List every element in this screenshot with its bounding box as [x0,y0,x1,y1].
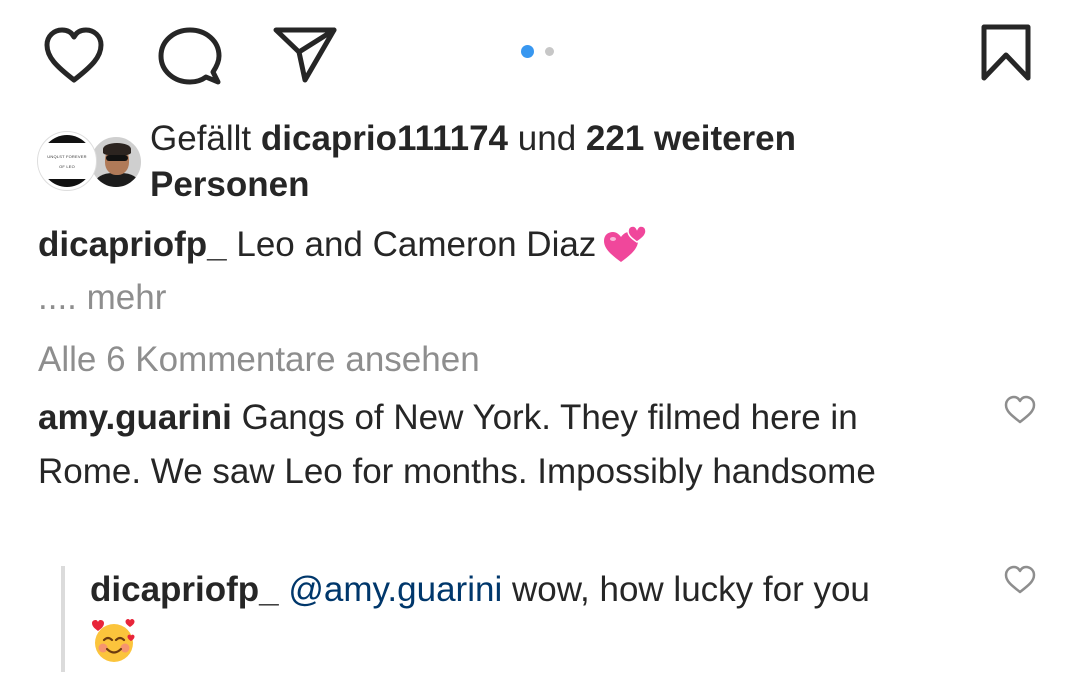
more-label[interactable]: mehr [87,278,167,317]
paper-plane-icon [273,27,337,83]
reply-thread-line [61,566,65,672]
reply-mention[interactable]: @amy.guarini [288,570,502,609]
post-caption: dicapriofp_ Leo and Cameron Diaz [38,222,1038,268]
comment: amy.guarini Gangs of New York. They film… [38,391,968,499]
carousel-dot-active [521,45,534,58]
avatar[interactable] [88,134,144,190]
more-ellipsis: .... [38,278,77,317]
smiling-face-with-hearts-emoji [90,617,138,665]
comment-bubble-icon [158,27,222,85]
comment-like-button[interactable] [1003,394,1037,426]
comment-username[interactable]: amy.guarini [38,398,232,437]
liker-avatars[interactable]: UNQLST FOREVER OF LEO [38,132,144,190]
avatar-caption-line1: UNQLST FOREVER [47,154,87,159]
likes-suffix[interactable]: Personen [150,165,310,204]
save-button[interactable] [978,22,1034,86]
likes-count[interactable]: 221 weiteren [586,119,796,158]
caption-more-link[interactable]: .... mehr [38,276,166,320]
likes-prefix: Gefällt [150,119,252,158]
avatar-caption-line2: OF LEO [59,164,75,169]
avatar[interactable]: UNQLST FOREVER OF LEO [38,132,96,190]
comment-reply: dicapriofp_ @amy.guarini wow, how lucky … [90,563,970,671]
comment-button[interactable] [158,24,222,88]
reply-text: wow, how lucky for you [511,570,870,609]
caption-text: Leo and Cameron Diaz [236,225,597,264]
caption-username[interactable]: dicapriofp_ [38,225,227,264]
likes-summary[interactable]: Gefällt dicaprio111174 und 221 weiteren … [150,116,1050,208]
heart-outline-icon [44,27,104,83]
bookmark-icon [981,24,1031,81]
carousel-dot [545,47,554,56]
post-footer: UNQLST FOREVER OF LEO Gefällt dicaprio11… [0,0,1080,679]
heart-outline-icon [1004,565,1036,594]
like-button[interactable] [42,24,106,88]
two-hearts-emoji [602,224,648,264]
reply-username[interactable]: dicapriofp_ [90,570,279,609]
share-button[interactable] [272,22,338,86]
liker-username[interactable]: dicaprio111174 [261,119,508,158]
view-all-comments-link[interactable]: Alle 6 Kommentare ansehen [38,338,480,382]
reply-like-button[interactable] [1003,564,1037,596]
heart-outline-icon [1004,395,1036,424]
likes-middle: und [517,119,577,158]
